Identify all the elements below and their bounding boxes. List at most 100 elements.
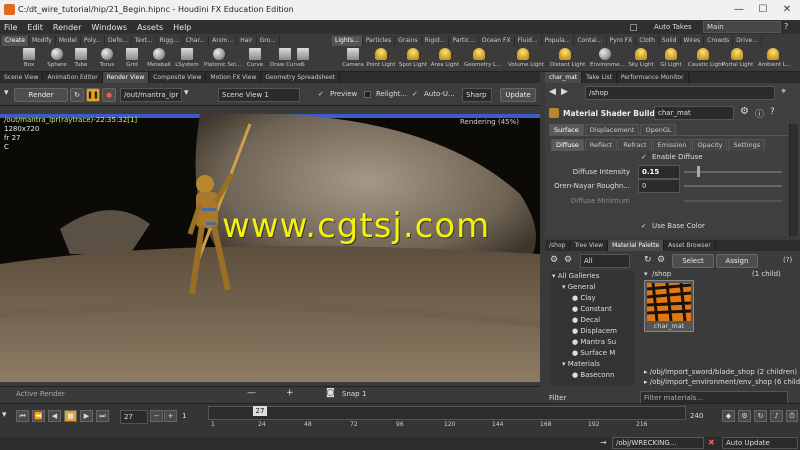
tab-animation-editor[interactable]: Animation Editor xyxy=(43,72,103,83)
gear-icon[interactable]: ⚙ xyxy=(740,106,749,117)
tool-curve[interactable]: Curve xyxy=(240,48,270,70)
render-button[interactable]: Render xyxy=(14,88,68,102)
shelf-tab[interactable]: Rigid... xyxy=(422,36,450,46)
shelf-tab[interactable]: Ocean FX xyxy=(479,36,515,46)
tool-geometry-light[interactable]: Geometry L... xyxy=(464,48,501,70)
tab-char-mat[interactable]: char_mat xyxy=(545,72,583,83)
zoom-out-icon[interactable]: — xyxy=(247,388,256,398)
gallery-path-arrow[interactable]: ▾ xyxy=(644,270,648,278)
timeline-ruler[interactable] xyxy=(208,406,686,420)
tab-composite-view[interactable]: Composite View xyxy=(149,72,207,83)
tool-area-light[interactable]: Area Light xyxy=(430,48,460,70)
close-icon[interactable]: ✕ xyxy=(776,2,798,18)
minimize-icon[interactable]: — xyxy=(728,2,750,18)
tree-item-clay[interactable]: ● Clay xyxy=(550,293,634,304)
render-menu-icon[interactable]: ▾ xyxy=(4,88,9,98)
shelf-tab[interactable]: Gro... xyxy=(257,36,280,46)
help-icon[interactable]: ? xyxy=(784,22,788,31)
desktop-select[interactable]: Main xyxy=(703,21,781,33)
diffuse-intensity-handle[interactable] xyxy=(697,166,700,177)
auto-takes-checkbox[interactable] xyxy=(630,24,637,31)
oren-nayar-slider[interactable] xyxy=(684,185,782,187)
frame-indicator[interactable]: 27 xyxy=(253,406,267,416)
shop-link-blade[interactable]: ▸ /obj/import_sword/blade_shop (2 childr… xyxy=(644,368,797,376)
info-icon[interactable]: ⓘ xyxy=(755,107,764,120)
select-button[interactable]: Select xyxy=(672,254,714,268)
palette-help-icon[interactable]: (?) xyxy=(783,256,792,264)
forward-arrow-icon[interactable]: ▶ xyxy=(561,87,568,97)
tab-render-view[interactable]: Render View xyxy=(102,72,150,83)
shelf-tab[interactable]: Modify xyxy=(29,36,56,46)
preview-checkbox[interactable]: ✓ xyxy=(318,90,324,98)
tool-point-light[interactable]: Point Light xyxy=(366,48,396,70)
tool-grid[interactable]: Grid xyxy=(117,48,147,70)
shelf-tab-create[interactable]: Create xyxy=(2,36,29,46)
tool-box[interactable]: Box xyxy=(14,48,44,70)
palette-refresh-icon[interactable]: ↻ xyxy=(644,255,652,265)
render-path-field[interactable]: /out/mantra_ipr xyxy=(120,88,182,102)
play-icon[interactable]: ▶ xyxy=(80,410,93,422)
realtime-icon[interactable]: ⏱ xyxy=(786,410,798,422)
sharp-select[interactable]: Sharp xyxy=(462,88,492,102)
pin-icon[interactable]: ⌖ xyxy=(781,87,786,97)
tool-environment-light[interactable]: Environme... xyxy=(590,48,625,70)
tree-item-baseconn[interactable]: ● Baseconn xyxy=(550,370,634,381)
tree-item-decal[interactable]: ● Decal xyxy=(550,315,634,326)
tree-item-general[interactable]: ▾ General xyxy=(550,282,634,293)
palette-gear-icon[interactable]: ⚙ xyxy=(550,255,558,265)
palette-settings-icon[interactable]: ⚙ xyxy=(564,255,572,265)
tool-portal-light[interactable]: Portal Light xyxy=(722,48,753,70)
menu-file[interactable]: File xyxy=(4,23,17,32)
tab-reflect[interactable]: Reflect xyxy=(584,139,618,151)
tool-gi-light[interactable]: GI Light xyxy=(656,48,686,70)
global-anim-icon[interactable]: ⚙ xyxy=(738,410,751,422)
shelf-tab[interactable]: Wires xyxy=(681,36,705,46)
menu-windows[interactable]: Windows xyxy=(91,23,127,32)
tool-sky-light[interactable]: Sky Light xyxy=(626,48,656,70)
material-thumbnail[interactable]: char_mat xyxy=(644,280,694,332)
tool-ambient-light[interactable]: Ambient L... xyxy=(758,48,791,70)
tab-settings[interactable]: Settings xyxy=(728,139,766,151)
network-path-field[interactable]: /shop xyxy=(585,86,775,100)
back-arrow-icon[interactable]: ◀ xyxy=(549,87,556,97)
use-base-color-checkbox[interactable]: ✓ xyxy=(641,222,647,230)
node-name-field[interactable]: char_mat xyxy=(654,106,734,120)
play-reverse-icon[interactable]: ◀ xyxy=(48,410,61,422)
tool-s[interactable]: S xyxy=(296,48,310,70)
menu-edit[interactable]: Edit xyxy=(27,23,43,32)
shelf-tab[interactable]: Popula... xyxy=(542,36,575,46)
gallery-filter-select[interactable]: All xyxy=(580,254,630,268)
shelf-tab[interactable]: Cloth xyxy=(636,36,659,46)
start-frame-field[interactable]: 1 xyxy=(182,412,186,420)
render-viewport[interactable]: /out/mantra_ipr(raytrace)-22:35:32[1] 12… xyxy=(0,114,540,382)
shelf-tab[interactable]: Defo... xyxy=(105,36,132,46)
tree-item-materials[interactable]: ▾ Materials xyxy=(550,359,634,370)
auto-update-select[interactable]: Auto Update xyxy=(722,437,798,449)
tree-item-mantra-surface[interactable]: ● Mantra Su xyxy=(550,337,634,348)
tool-metaball[interactable]: Metaball xyxy=(144,48,174,70)
auto-update-checkbox[interactable]: ✓ xyxy=(412,90,418,98)
tab-motion-fx-view[interactable]: Motion FX View xyxy=(206,72,262,83)
current-frame-field[interactable]: 27 xyxy=(120,410,148,424)
shelf-tab[interactable]: Model xyxy=(56,36,81,46)
shelf-tab[interactable]: Crowds xyxy=(704,36,734,46)
shelf-tab[interactable]: Pyro FX xyxy=(607,36,637,46)
status-arrow-icon[interactable]: → xyxy=(600,438,607,447)
shelf-tab[interactable]: Partic... xyxy=(449,36,479,46)
jump-end-icon[interactable]: ⏭ xyxy=(96,410,109,422)
tab-asset-browser[interactable]: Asset Browser xyxy=(664,240,716,251)
tree-item-displacement[interactable]: ● Displacem xyxy=(550,326,634,337)
shelf-tab[interactable]: Contai... xyxy=(574,36,607,46)
diffuse-intensity-field[interactable]: 0.15 xyxy=(638,165,680,179)
menu-render[interactable]: Render xyxy=(53,23,81,32)
status-path-field[interactable]: /obj/WRECKING... xyxy=(612,437,704,449)
tree-item-constant[interactable]: ● Constant xyxy=(550,304,634,315)
tab-take-list[interactable]: Take List xyxy=(582,72,617,83)
tool-distant-light[interactable]: Distant Light xyxy=(550,48,585,70)
tab-opacity[interactable]: Opacity xyxy=(692,139,728,151)
shelf-tab[interactable]: Text... xyxy=(132,36,157,46)
keyframe-icon[interactable]: ◆ xyxy=(722,410,735,422)
tool-spot-light[interactable]: Spot Light xyxy=(398,48,428,70)
snapshot-camera-icon[interactable]: ◙ xyxy=(326,388,335,398)
shelf-tab[interactable]: Rigg... xyxy=(157,36,183,46)
